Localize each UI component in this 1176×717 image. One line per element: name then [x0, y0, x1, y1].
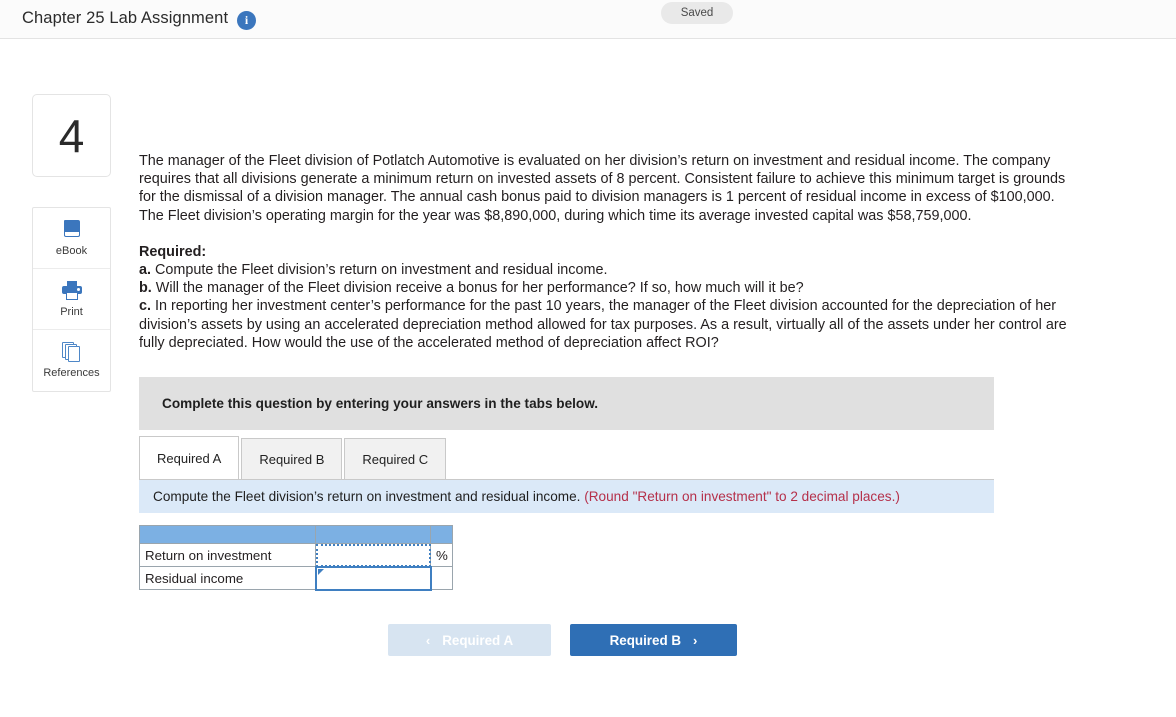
ebook-button[interactable]: eBook: [33, 208, 110, 269]
references-label: References: [43, 367, 100, 379]
next-button-label: Required B: [609, 632, 682, 648]
assignment-title-wrap: Chapter 25 Lab Assignment i: [22, 9, 257, 30]
return-on-investment-unit: %: [430, 543, 453, 568]
previous-button-label: Required A: [442, 632, 514, 648]
top-header-bar: Chapter 25 Lab Assignment i Saved: [0, 0, 1176, 39]
references-button[interactable]: References: [33, 330, 110, 391]
ebook-label: eBook: [55, 244, 88, 257]
tab-strip: Required A Required B Required C: [139, 436, 994, 481]
tab-required-b[interactable]: Required B: [241, 438, 343, 481]
table-header-cell-unit: [430, 525, 453, 545]
required-item-b: b. Will the manager of the Fleet divisio…: [139, 279, 1075, 297]
chevron-left-icon: ‹: [425, 632, 431, 648]
table-row: Return on investment %: [139, 543, 453, 568]
residual-income-unit: [430, 566, 453, 591]
tab-required-b-label: Required B: [259, 452, 325, 468]
tab-required-c[interactable]: Required C: [344, 438, 447, 481]
tab-required-c-label: Required C: [362, 452, 429, 468]
row-label-return-on-investment: Return on investment: [139, 543, 316, 568]
main-content: The manager of the Fleet division of Pot…: [139, 94, 1089, 656]
tab-panel-instruction: Compute the Fleet division’s return on i…: [139, 480, 994, 514]
required-item-a-text: Compute the Fleet division’s return on i…: [155, 262, 608, 279]
required-item-a-marker: a.: [139, 262, 152, 279]
tab-navigation: ‹ Required A Required B ›: [388, 624, 737, 656]
required-item-c: c. In reporting her investment center’s …: [139, 297, 1075, 352]
tool-button-group: eBook Print References: [32, 207, 111, 392]
pages-icon: [61, 342, 83, 363]
required-item-b-text: Will the manager of the Fleet division r…: [155, 280, 804, 297]
status-badge-saved: Saved: [661, 2, 733, 24]
question-number-box: 4: [32, 94, 111, 177]
cell-selection-marker-icon: [317, 568, 324, 575]
tab-required-a-label: Required A: [157, 450, 222, 466]
table-header-row: [139, 525, 453, 545]
next-required-b-button[interactable]: Required B ›: [570, 624, 737, 656]
previous-required-a-button[interactable]: ‹ Required A: [388, 624, 551, 656]
chevron-right-icon: ›: [693, 632, 698, 648]
required-item-b-marker: b.: [139, 280, 152, 297]
tab-required-a[interactable]: Required A: [139, 436, 240, 480]
table-row: Residual income: [139, 565, 453, 591]
residual-income-input-cell[interactable]: [314, 565, 432, 591]
tab-strip-divider: [139, 479, 994, 481]
required-item-a: a. Compute the Fleet division’s return o…: [139, 261, 1075, 279]
required-item-c-text: In reporting her investment center’s per…: [139, 298, 1067, 351]
instruction-banner: Complete this question by entering your …: [139, 377, 994, 431]
rounding-note: (Round "Return on investment" to 2 decim…: [584, 489, 900, 505]
page-title: Chapter 25 Lab Assignment: [22, 9, 229, 28]
answer-table: Return on investment % Residual income: [139, 525, 453, 591]
residual-income-input[interactable]: [321, 567, 430, 589]
print-button[interactable]: Print: [33, 269, 110, 330]
tab-panel-instruction-text: Compute the Fleet division’s return on i…: [153, 489, 581, 505]
return-on-investment-input-cell[interactable]: [315, 543, 431, 568]
question-number: 4: [58, 109, 85, 162]
required-item-c-marker: c.: [139, 298, 152, 315]
book-icon: [61, 219, 83, 241]
return-on-investment-input[interactable]: [321, 544, 430, 566]
row-label-residual-income: Residual income: [139, 566, 316, 591]
left-rail: 4 eBook Print References: [32, 94, 111, 392]
answer-table-wrap: Return on investment % Residual income: [139, 525, 1089, 591]
question-prompt: The manager of the Fleet division of Pot…: [139, 153, 1066, 224]
required-list: Required: a. Compute the Fleet division’…: [139, 243, 1075, 352]
printer-icon: [61, 280, 83, 302]
info-icon[interactable]: i: [237, 10, 257, 30]
table-header-cell-label: [139, 525, 316, 545]
print-label: Print: [60, 305, 83, 318]
required-heading: Required:: [139, 243, 207, 260]
table-header-cell-value: [315, 525, 431, 545]
